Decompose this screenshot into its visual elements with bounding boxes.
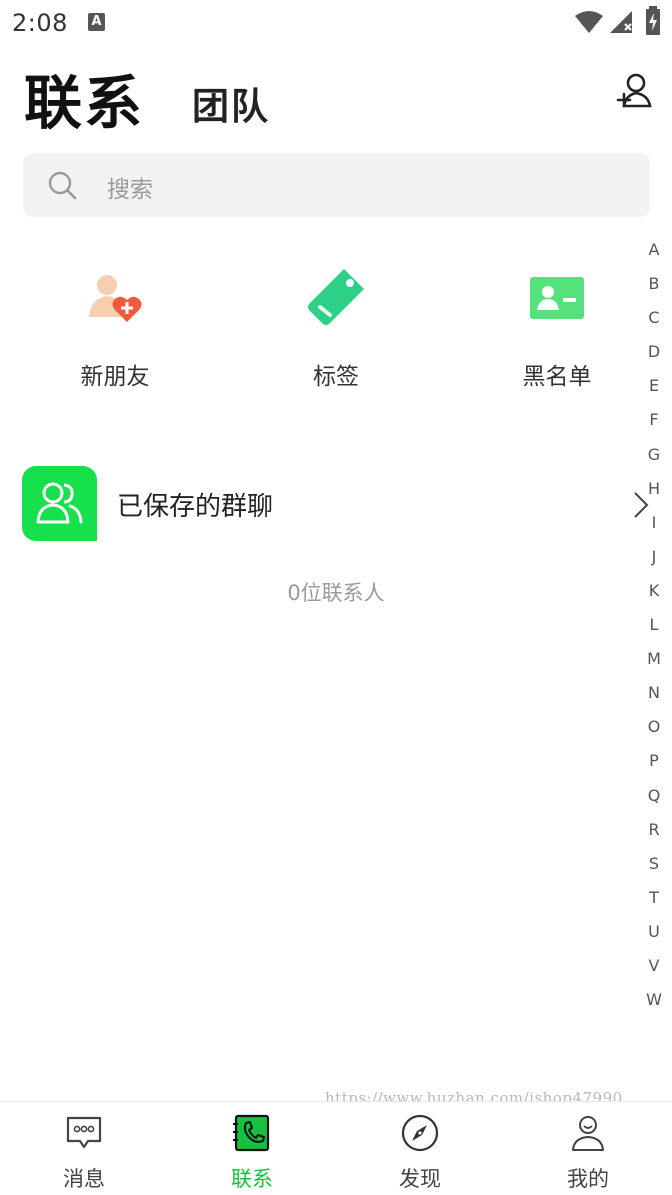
index-letter[interactable]: T: [640, 886, 668, 920]
signal-icon: [610, 11, 632, 33]
tab-me[interactable]: 我的: [504, 1102, 672, 1195]
profile-icon: [572, 1116, 604, 1151]
index-letter[interactable]: N: [640, 681, 668, 715]
tag-icon: [308, 269, 364, 325]
tab-discover[interactable]: 发现: [336, 1102, 504, 1195]
blacklist-icon: [530, 277, 584, 319]
index-letter[interactable]: U: [640, 920, 668, 954]
add-contact-button[interactable]: [616, 72, 652, 112]
tags-label: 标签: [313, 364, 359, 390]
tab-contacts-label: 联系: [231, 1167, 273, 1191]
new-friends-button[interactable]: 新朋友: [50, 265, 180, 391]
index-letter[interactable]: I: [640, 511, 668, 545]
bottom-tab-bar: 消息 联系 发现 我的: [0, 1101, 672, 1195]
saved-groups-row[interactable]: 已保存的群聊: [0, 460, 649, 550]
index-letter[interactable]: G: [640, 443, 668, 477]
new-friend-icon: [89, 275, 142, 322]
index-letter[interactable]: D: [640, 340, 668, 374]
index-letter[interactable]: L: [640, 613, 668, 647]
index-letter[interactable]: O: [640, 715, 668, 749]
index-letter[interactable]: R: [640, 818, 668, 852]
saved-groups-label: 已保存的群聊: [117, 492, 274, 522]
search-icon: [48, 171, 77, 200]
blacklist-button[interactable]: 黑名单: [492, 265, 622, 391]
index-letter[interactable]: H: [640, 477, 668, 511]
search-placeholder: 搜索: [107, 177, 153, 203]
index-letter[interactable]: F: [640, 408, 668, 442]
notification-badge: A: [88, 13, 105, 31]
index-letter[interactable]: A: [640, 238, 668, 272]
index-letter[interactable]: E: [640, 374, 668, 408]
index-letter[interactable]: V: [640, 954, 668, 988]
index-letter[interactable]: K: [640, 579, 668, 613]
battery-icon: [646, 6, 660, 35]
compass-icon: [401, 1114, 439, 1152]
index-letter[interactable]: J: [640, 545, 668, 579]
search-bar[interactable]: 搜索: [23, 153, 650, 217]
index-letter[interactable]: B: [640, 272, 668, 306]
blacklist-label: 黑名单: [522, 364, 592, 390]
new-friends-label: 新朋友: [80, 364, 150, 390]
wifi-icon: [575, 11, 603, 33]
group-chat-icon: [22, 466, 97, 541]
tab-team[interactable]: 团队: [192, 76, 270, 130]
message-icon: [66, 1116, 102, 1149]
contacts-phone-icon: [233, 1114, 270, 1152]
add-person-icon: [616, 73, 652, 108]
tab-messages-label: 消息: [63, 1167, 105, 1191]
tab-discover-label: 发现: [399, 1167, 441, 1191]
index-letter[interactable]: P: [640, 749, 668, 783]
contact-count: 0位联系人: [287, 581, 385, 605]
index-letter[interactable]: C: [640, 306, 668, 340]
index-letter[interactable]: S: [640, 852, 668, 886]
status-time: 2:08: [12, 9, 68, 37]
index-letter[interactable]: M: [640, 647, 668, 681]
index-letter[interactable]: Q: [640, 784, 668, 818]
index-letter[interactable]: W: [640, 988, 668, 1022]
tab-messages[interactable]: 消息: [0, 1102, 168, 1195]
tags-button[interactable]: 标签: [271, 265, 401, 391]
tab-me-label: 我的: [567, 1167, 609, 1191]
page-title: 联系: [24, 69, 145, 137]
alphabet-index[interactable]: ABCDEFGHIJKLMNOPQRSTUVW: [640, 238, 668, 1022]
tab-contacts[interactable]: 联系: [168, 1102, 336, 1195]
status-bar: 2:08 A: [0, 0, 672, 46]
